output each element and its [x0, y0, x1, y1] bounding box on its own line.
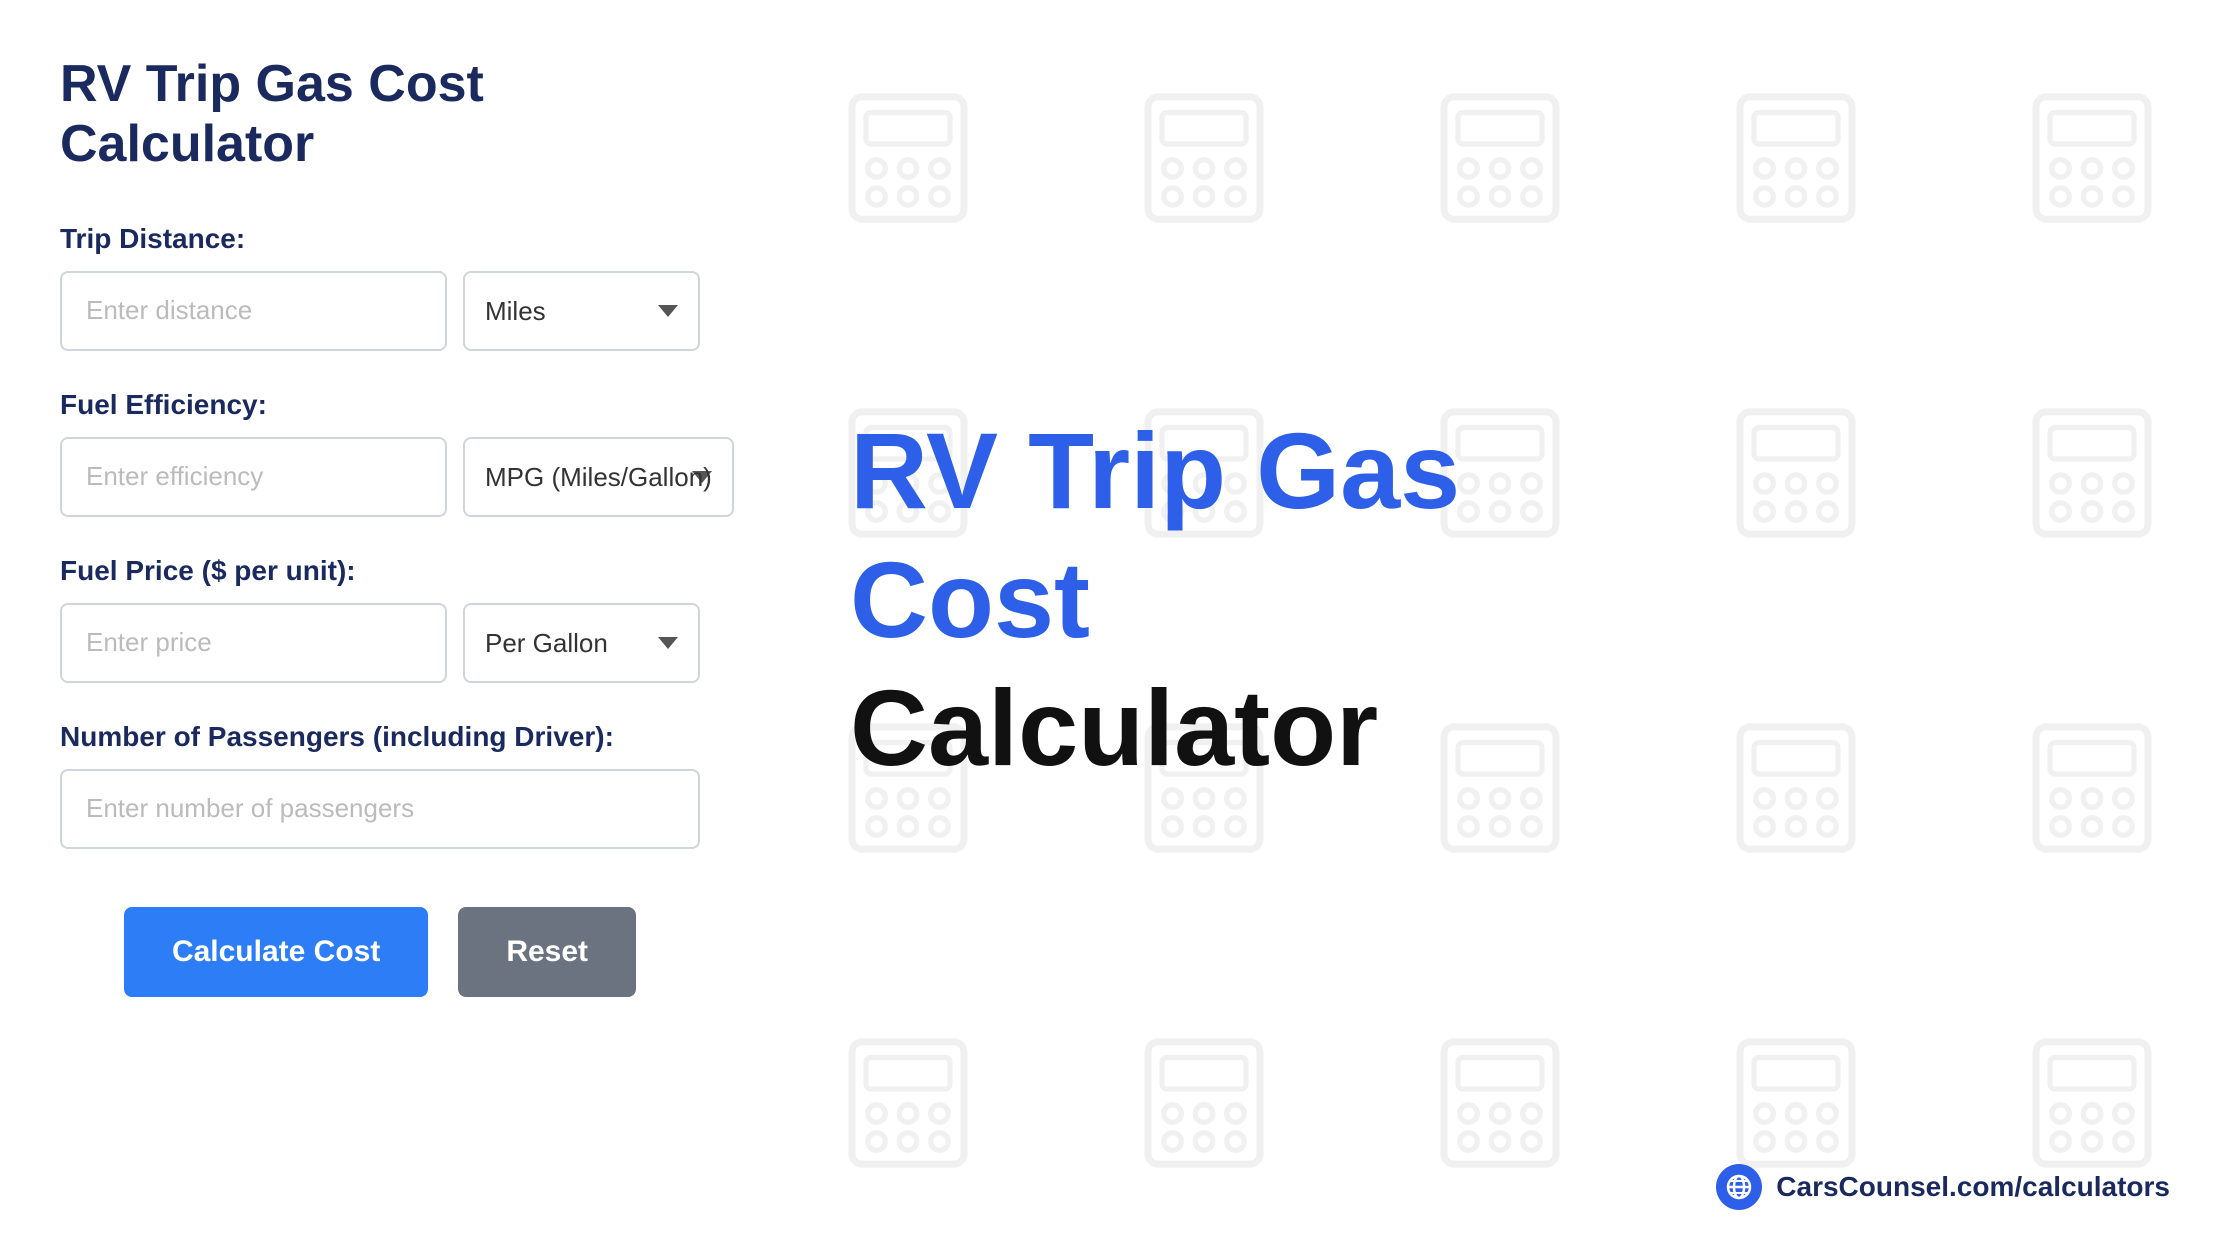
- fuel-efficiency-unit-select[interactable]: MPG (Miles/Gallon) KPL (Km/Liter): [463, 437, 734, 517]
- passengers-label: Number of Passengers (including Driver):: [60, 721, 700, 753]
- hero-panel: RV Trip Gas Cost Calculator CarsCounsel.…: [760, 0, 2240, 1260]
- bg-calc-icon: [1648, 0, 1944, 315]
- calculator-panel: RV Trip Gas Cost Calculator Trip Distanc…: [0, 0, 760, 1260]
- hero-line2: Cost: [850, 541, 1090, 660]
- bg-calc-icon: [1352, 945, 1648, 1260]
- trip-distance-row: Miles Kilometers: [60, 271, 700, 351]
- bg-calc-icon: [1648, 630, 1944, 945]
- bg-calc-icon: [1056, 945, 1352, 1260]
- bg-calc-icon: [760, 0, 1056, 315]
- passengers-group: Number of Passengers (including Driver):: [60, 721, 700, 849]
- hero-line3: Calculator: [850, 669, 1378, 788]
- trip-distance-unit-select[interactable]: Miles Kilometers: [463, 271, 700, 351]
- calculate-button[interactable]: Calculate Cost: [124, 907, 428, 997]
- reset-button[interactable]: Reset: [458, 907, 636, 997]
- fuel-efficiency-row: MPG (Miles/Gallon) KPL (Km/Liter): [60, 437, 700, 517]
- hero-line2-text: Cost: [850, 539, 1090, 660]
- site-url: CarsCounsel.com/calculators: [1776, 1171, 2170, 1203]
- bg-calc-icon: [1944, 0, 2240, 315]
- trip-distance-label: Trip Distance:: [60, 223, 700, 255]
- hero-line3-text: Calculator: [850, 667, 1378, 788]
- fuel-price-row: Per Gallon Per Liter: [60, 603, 700, 683]
- hero-line1: RV Trip Gas: [850, 412, 1460, 531]
- fuel-price-input[interactable]: [60, 603, 447, 683]
- app-title: RV Trip Gas Cost Calculator: [60, 55, 700, 175]
- bg-calc-icon: [1648, 315, 1944, 630]
- fuel-price-group: Fuel Price ($ per unit): Per Gallon Per …: [60, 555, 700, 683]
- bg-calc-icon: [1944, 630, 2240, 945]
- fuel-price-label: Fuel Price ($ per unit):: [60, 555, 700, 587]
- fuel-efficiency-group: Fuel Efficiency: MPG (Miles/Gallon) KPL …: [60, 389, 700, 517]
- passengers-input[interactable]: [60, 769, 700, 849]
- site-footer: CarsCounsel.com/calculators: [1716, 1164, 2170, 1210]
- bg-calc-icon: [1352, 0, 1648, 315]
- button-row: Calculate Cost Reset: [60, 907, 700, 997]
- bg-calc-icon: [1648, 945, 1944, 1260]
- bg-calc-icon: [760, 945, 1056, 1260]
- bg-calc-icon: [1944, 945, 2240, 1260]
- bg-calc-icon: [1352, 630, 1648, 945]
- trip-distance-input[interactable]: [60, 271, 447, 351]
- globe-icon: [1716, 1164, 1762, 1210]
- bg-calc-icon: [1944, 315, 2240, 630]
- hero-line1-text: RV Trip Gas: [850, 410, 1460, 531]
- fuel-efficiency-input[interactable]: [60, 437, 447, 517]
- fuel-price-unit-select[interactable]: Per Gallon Per Liter: [463, 603, 700, 683]
- bg-calc-icon: [1056, 0, 1352, 315]
- fuel-efficiency-label: Fuel Efficiency:: [60, 389, 700, 421]
- trip-distance-group: Trip Distance: Miles Kilometers: [60, 223, 700, 351]
